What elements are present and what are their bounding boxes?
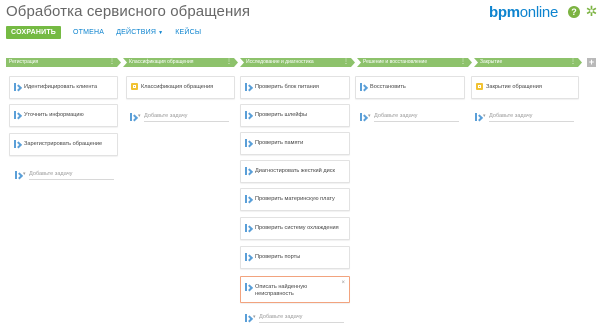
task-card[interactable]: Зарегистрировать обращение [9, 133, 118, 156]
brand-logo: bpmonline [489, 4, 558, 21]
stage-classification[interactable]: Классификация обращения ⋮ [123, 58, 238, 67]
brand-logo-bold: bpm [489, 4, 520, 21]
chevron-down-icon: ▼ [158, 29, 164, 36]
add-task-underline [144, 121, 229, 122]
add-task-placeholder: Добавьте задачу [259, 314, 303, 320]
task-card-label: Зарегистрировать обращение [24, 141, 103, 147]
stage-closing[interactable]: Закрытие ⋮ [474, 58, 582, 67]
task-card-label: Восстановить [370, 84, 406, 90]
stage-label: Исследование и диагностика [246, 59, 314, 65]
task-card-label: Идентифицировать клиента [24, 84, 98, 90]
help-icon[interactable]: ? [568, 6, 580, 18]
task-card-selected[interactable]: Описать найденную неисправность × [240, 276, 350, 303]
task-card-label: Проверить материнскую плату [255, 196, 335, 202]
chevron-down-icon[interactable]: ▾ [138, 113, 141, 119]
user-task-icon [360, 113, 366, 121]
stage-label: Регистрация [9, 59, 39, 65]
stage-resolution[interactable]: Решение и восстановление ⋮ [357, 58, 472, 67]
task-card-label: Уточнить информацию [24, 112, 84, 118]
task-card-label: Проверить систему охлаждения [255, 225, 339, 231]
user-task-icon [245, 111, 251, 119]
user-task-icon [15, 171, 21, 179]
stage-bar: Регистрация ⋮ Классификация обращения ⋮ Ис… [6, 58, 584, 67]
task-card[interactable]: Проверить памяти [240, 132, 350, 155]
add-stage-button[interactable]: + [587, 58, 596, 67]
user-task-icon [130, 113, 136, 121]
save-button[interactable]: СОХРАНИТЬ [6, 25, 62, 39]
user-task-icon [14, 111, 20, 119]
task-card[interactable]: Проверить систему охлаждения [240, 217, 350, 240]
add-task-underline [29, 179, 114, 180]
add-task-placeholder: Добавьте задачу [29, 171, 73, 177]
add-task-control[interactable]: ▾ Добавьте задачу [360, 112, 460, 122]
task-card-label: Проверить порты [255, 254, 301, 260]
task-card-label: Проверить шлейфы [255, 112, 308, 118]
task-card-label: Описать найденную неисправность [255, 284, 308, 297]
add-task-placeholder: Добавьте задачу [374, 113, 418, 119]
stage-investigation[interactable]: Исследование и диагностика ⋮ [240, 58, 355, 67]
add-task-placeholder: Добавьте задачу [489, 113, 533, 119]
add-task-control[interactable]: ▾ Добавьте задачу [475, 112, 575, 122]
user-task-icon [245, 314, 251, 322]
task-card[interactable]: Проверить порты [240, 246, 350, 269]
gear-icon[interactable]: ✲ [585, 4, 598, 18]
user-task-icon [475, 113, 481, 121]
task-card-label: Закрытие обращения [486, 84, 542, 90]
stage-menu-icon[interactable]: ⋮ [343, 58, 349, 67]
stage-menu-icon[interactable]: ⋮ [226, 58, 232, 67]
actions-button-label: ДЕЙСТВИЯ [116, 28, 157, 36]
task-card-label: Проверить блок питания [255, 84, 319, 90]
chevron-down-icon[interactable]: ▾ [23, 171, 26, 177]
stage-menu-icon[interactable]: ⋮ [460, 58, 466, 67]
task-card[interactable]: Уточнить информацию [9, 104, 118, 127]
task-card[interactable]: Диагностировать жесткий диск [240, 160, 350, 183]
stage-menu-icon[interactable]: ⋮ [570, 58, 576, 67]
cases-button[interactable]: КЕЙСЫ [175, 26, 201, 39]
add-task-placeholder: Добавьте задачу [144, 113, 188, 119]
user-task-icon [245, 139, 251, 147]
stage-menu-icon[interactable]: ⋮ [109, 58, 115, 67]
actions-button[interactable]: ДЕЙСТВИЯ ▼ [116, 26, 163, 39]
user-task-icon [14, 140, 20, 148]
task-card[interactable]: Закрытие обращения [471, 76, 579, 99]
task-card-label: Диагностировать жесткий диск [255, 168, 335, 174]
user-task-icon [360, 83, 366, 91]
user-task-icon [245, 253, 251, 261]
task-card-label: Проверить памяти [255, 140, 304, 146]
task-card[interactable]: Проверить материнскую плату [240, 188, 350, 211]
stage-label: Закрытие [480, 59, 503, 65]
page-title: Обработка сервисного обращения [6, 3, 251, 20]
stage-registration[interactable]: Регистрация ⋮ [6, 58, 121, 67]
chevron-down-icon[interactable]: ▾ [253, 314, 256, 320]
task-card[interactable]: Проверить блок питания [240, 76, 350, 99]
user-task-icon [14, 83, 20, 91]
automated-task-icon [131, 83, 138, 90]
task-card[interactable]: Проверить шлейфы [240, 104, 350, 127]
chevron-down-icon[interactable]: ▾ [368, 113, 371, 119]
stage-label: Классификация обращения [129, 59, 194, 65]
brand-logo-light: online [519, 4, 559, 21]
task-card[interactable]: Восстановить [355, 76, 465, 99]
task-card-label: Классификация обращения [141, 84, 214, 90]
task-card[interactable]: Идентифицировать клиента [9, 76, 118, 99]
toolbar: СОХРАНИТЬ ОТМЕНА ДЕЙСТВИЯ ▼ КЕЙСЫ [6, 25, 201, 39]
add-task-underline [489, 121, 574, 122]
add-task-underline [374, 121, 459, 122]
user-task-icon [245, 195, 251, 203]
user-task-icon [245, 224, 251, 232]
chevron-down-icon[interactable]: ▾ [483, 113, 486, 119]
user-task-icon [245, 83, 251, 91]
add-task-control[interactable]: ▾ Добавьте задачу [15, 170, 115, 180]
user-task-icon [245, 167, 251, 175]
add-task-control[interactable]: ▾ Добавьте задачу [130, 112, 230, 122]
add-task-control[interactable]: ▾ Добавьте задачу [245, 313, 345, 323]
close-icon[interactable]: × [341, 280, 345, 286]
add-task-underline [259, 322, 344, 323]
automated-task-icon [476, 83, 483, 90]
case-designer-page: Обработка сервисного обращения bpmonline… [0, 0, 600, 328]
user-task-icon [245, 283, 251, 291]
cancel-button[interactable]: ОТМЕНА [73, 26, 104, 39]
stage-label: Решение и восстановление [363, 59, 428, 65]
task-card[interactable]: Классификация обращения [126, 76, 235, 99]
